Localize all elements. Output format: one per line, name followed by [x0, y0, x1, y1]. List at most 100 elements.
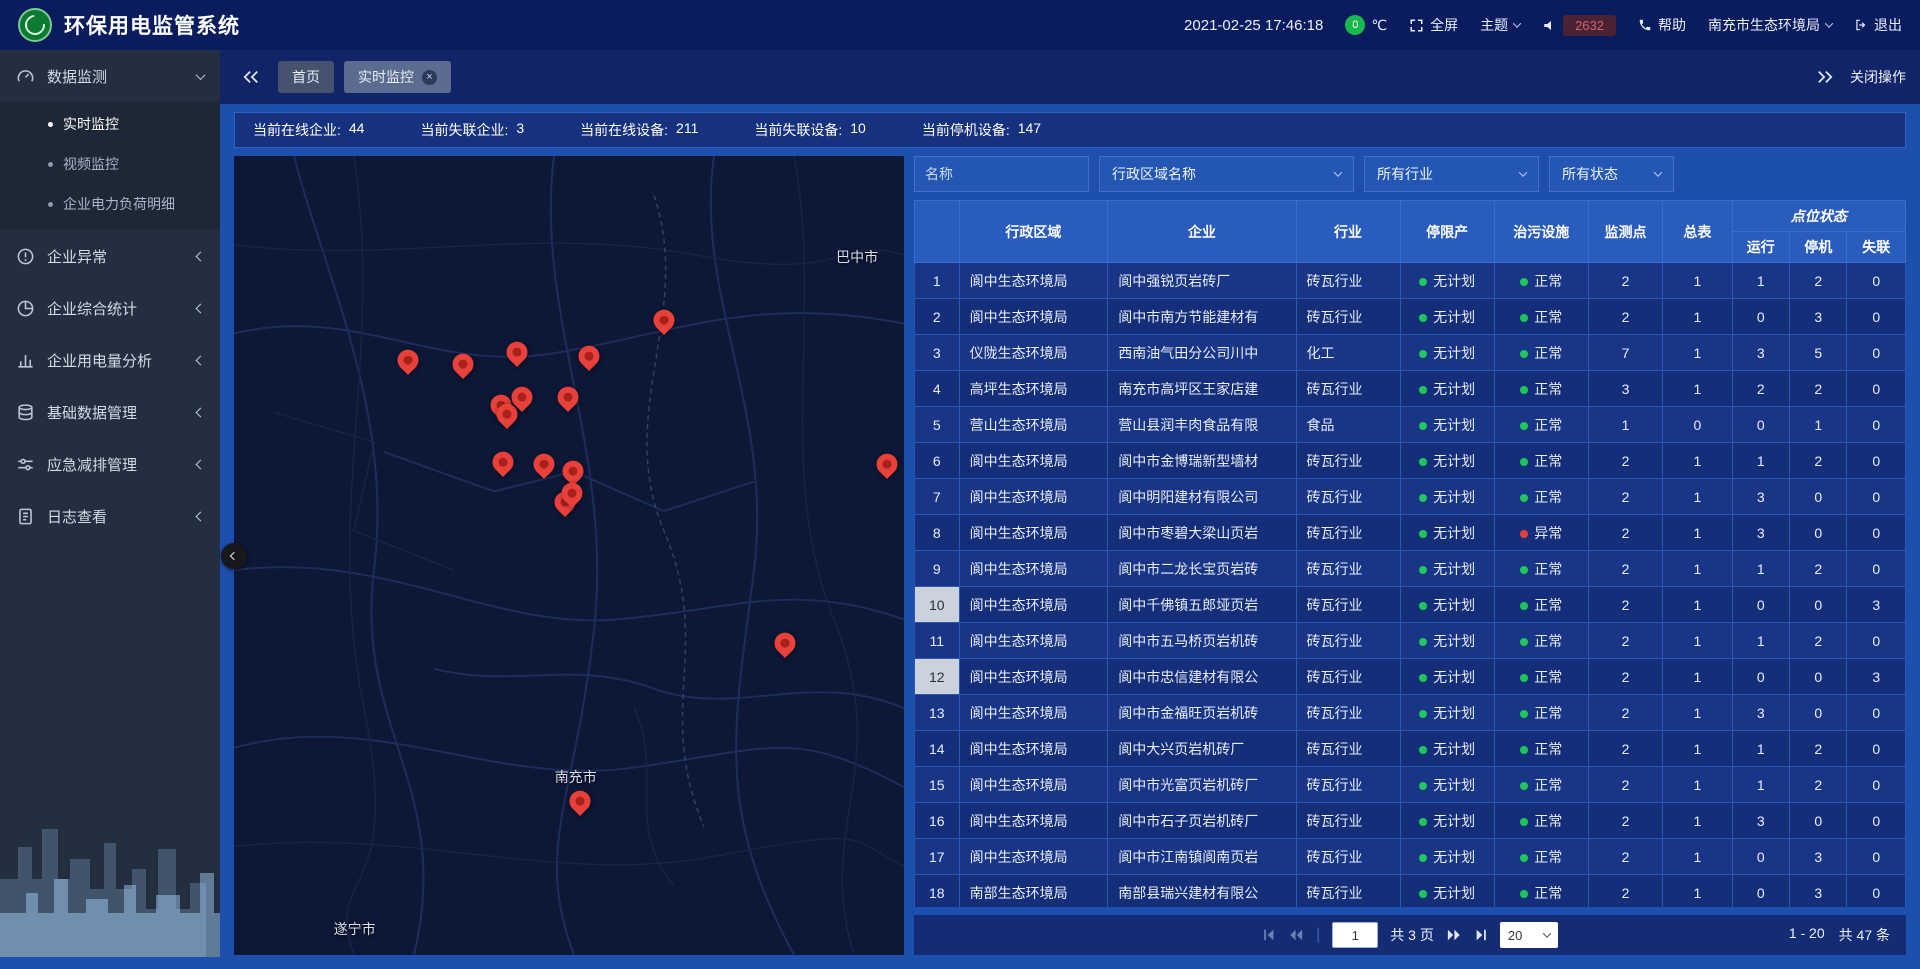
row-points: 2	[1588, 695, 1662, 731]
row-control-status: 无计划	[1400, 515, 1494, 551]
organization-dropdown[interactable]: 南充市生态环境局	[1708, 15, 1832, 35]
industry-filter-select[interactable]: 所有行业	[1364, 156, 1539, 192]
row-index: 5	[915, 407, 960, 443]
prev-page-button[interactable]	[1288, 928, 1304, 942]
table-row[interactable]: 2 阆中生态环境局 阆中市南方节能建材有 砖瓦行业 无计划 正常 2 1 0	[915, 299, 1906, 335]
row-meters: 1	[1663, 839, 1732, 875]
sidebar-item-realtime-monitor[interactable]: 实时监控	[0, 104, 220, 144]
table-row[interactable]: 15 阆中生态环境局 阆中市光富页岩机砖厂 砖瓦行业 无计划 正常 2 1 1	[915, 767, 1906, 803]
row-running: 3	[1732, 479, 1789, 515]
table-row[interactable]: 11 阆中生态环境局 阆中市五马桥页岩机砖 砖瓦行业 无计划 正常 2 1 1	[915, 623, 1906, 659]
page-size-select[interactable]: 20	[1500, 922, 1558, 948]
row-running: 0	[1732, 299, 1789, 335]
table-row[interactable]: 9 阆中生态环境局 阆中市二龙长宝页岩砖 砖瓦行业 无计划 正常 2 1 1	[915, 551, 1906, 587]
row-running: 2	[1732, 371, 1789, 407]
row-control-status: 无计划	[1400, 587, 1494, 623]
row-offline: 0	[1847, 803, 1906, 839]
row-control-status: 无计划	[1400, 659, 1494, 695]
fullscreen-button[interactable]: 全屏	[1409, 15, 1458, 35]
row-region: 仪陇生态环境局	[959, 335, 1108, 371]
sidebar-group-log-view[interactable]: 日志查看	[0, 490, 220, 542]
tab-home[interactable]: 首页	[278, 61, 334, 93]
region-filter-select[interactable]: 行政区域名称	[1099, 156, 1354, 192]
row-running: 1	[1732, 731, 1789, 767]
theme-dropdown[interactable]: 主题	[1480, 15, 1520, 35]
table-row[interactable]: 10 阆中生态环境局 阆中千佛镇五郎垭页岩 砖瓦行业 无计划 正常 2 1 0	[915, 587, 1906, 623]
row-stopped: 2	[1789, 263, 1846, 299]
map-collapse-button[interactable]	[221, 543, 247, 569]
col-control: 停限产	[1400, 201, 1494, 263]
help-button[interactable]: 帮助	[1638, 15, 1686, 35]
table-row[interactable]: 4 高坪生态环境局 南充市高坪区王家店建 砖瓦行业 无计划 正常 3 1 2	[915, 371, 1906, 407]
tabs-scroll-left-button[interactable]	[234, 61, 268, 93]
row-meters: 1	[1663, 479, 1732, 515]
table-row[interactable]: 8 阆中生态环境局 阆中市枣碧大梁山页岩 砖瓦行业 无计划 异常 2 1 3	[915, 515, 1906, 551]
row-points: 2	[1588, 875, 1662, 908]
row-control-status: 无计划	[1400, 443, 1494, 479]
status-filter-select[interactable]: 所有状态	[1549, 156, 1674, 192]
record-range: 1 - 20	[1789, 925, 1825, 945]
row-facility-status: 正常	[1494, 371, 1588, 407]
row-stopped: 0	[1789, 659, 1846, 695]
row-company: 阆中千佛镇五郎垭页岩	[1108, 587, 1296, 623]
chevron-left-icon	[196, 251, 206, 261]
row-company: 阆中明阳建材有限公司	[1108, 479, 1296, 515]
row-running: 0	[1732, 587, 1789, 623]
sidebar-group-data-monitor[interactable]: 数据监测	[0, 50, 220, 102]
row-facility-status: 正常	[1494, 839, 1588, 875]
row-meters: 1	[1663, 731, 1732, 767]
table-row[interactable]: 16 阆中生态环境局 阆中市石子页岩机砖厂 砖瓦行业 无计划 正常 2 1 3	[915, 803, 1906, 839]
notice-group[interactable]: 2632	[1542, 15, 1616, 36]
row-control-status: 无计划	[1400, 875, 1494, 908]
row-company: 阆中市南方节能建材有	[1108, 299, 1296, 335]
sidebar-group-power-analysis[interactable]: 企业用电量分析	[0, 334, 220, 386]
close-operations-button[interactable]: 关闭操作	[1850, 67, 1906, 87]
row-industry: 化工	[1296, 335, 1400, 371]
row-offline: 0	[1847, 371, 1906, 407]
name-filter-input[interactable]	[914, 156, 1089, 192]
sidebar-group-company-statistics[interactable]: 企业综合统计	[0, 282, 220, 334]
table-row[interactable]: 18 南部生态环境局 南部县瑞兴建材有限公 砖瓦行业 无计划 正常 2 1 0	[915, 875, 1906, 908]
row-running: 1	[1732, 443, 1789, 479]
app-root: 环保用电监管系统 2021-02-25 17:46:18 0 ℃ 全屏 主题	[0, 0, 1920, 969]
col-offline: 失联	[1847, 232, 1906, 263]
sidebar-item-video-monitor[interactable]: 视频监控	[0, 144, 220, 184]
table-row[interactable]: 17 阆中生态环境局 阆中市江南镇阆南页岩 砖瓦行业 无计划 正常 2 1 0	[915, 839, 1906, 875]
logout-button[interactable]: 退出	[1854, 15, 1902, 35]
last-page-button[interactable]	[1474, 928, 1488, 942]
record-total: 共 47 条	[1839, 925, 1890, 945]
table-row[interactable]: 5 营山生态环境局 营山县润丰肉食品有限 食品 无计划 正常 1 0 0	[915, 407, 1906, 443]
row-running: 1	[1732, 551, 1789, 587]
table-row[interactable]: 3 仪陇生态环境局 西南油气田分公司川中 化工 无计划 正常 7 1 3	[915, 335, 1906, 371]
app-logo-icon	[18, 8, 52, 42]
row-points: 3	[1588, 371, 1662, 407]
sidebar-group-base-data[interactable]: 基础数据管理	[0, 386, 220, 438]
row-offline: 3	[1847, 659, 1906, 695]
tab-close-icon[interactable]: ×	[422, 70, 437, 85]
row-region: 阆中生态环境局	[959, 587, 1108, 623]
col-index	[915, 201, 960, 263]
first-page-button[interactable]	[1262, 928, 1276, 942]
row-stopped: 3	[1789, 299, 1846, 335]
table-row[interactable]: 13 阆中生态环境局 阆中市金福旺页岩机砖 砖瓦行业 无计划 正常 2 1 3	[915, 695, 1906, 731]
tab-realtime-monitor[interactable]: 实时监控 ×	[344, 61, 451, 93]
tabs-scroll-right-button[interactable]	[1808, 61, 1842, 93]
next-page-button[interactable]	[1446, 928, 1462, 942]
table-row[interactable]: 1 阆中生态环境局 阆中强锐页岩砖厂 砖瓦行业 无计划 正常 2 1 1	[915, 263, 1906, 299]
table-row[interactable]: 12 阆中生态环境局 阆中市忠信建材有限公 砖瓦行业 无计划 正常 2 1 0	[915, 659, 1906, 695]
database-icon	[16, 403, 35, 422]
sidebar-group-emergency-reduction[interactable]: 应急减排管理	[0, 438, 220, 490]
page-input[interactable]	[1332, 922, 1378, 948]
map-canvas[interactable]: 巴中市 南充市 遂宁市	[234, 156, 904, 955]
table-row[interactable]: 14 阆中生态环境局 阆中大兴页岩机砖厂 砖瓦行业 无计划 正常 2 1 1	[915, 731, 1906, 767]
col-industry: 行业	[1296, 201, 1400, 263]
table-row[interactable]: 7 阆中生态环境局 阆中明阳建材有限公司 砖瓦行业 无计划 正常 2 1 3	[915, 479, 1906, 515]
sidebar-group-company-abnormal[interactable]: 企业异常	[0, 230, 220, 282]
sidebar-item-power-load-detail[interactable]: 企业电力负荷明细	[0, 184, 220, 224]
row-stopped: 0	[1789, 695, 1846, 731]
table-row[interactable]: 6 阆中生态环境局 阆中市金博瑞新型墙材 砖瓦行业 无计划 正常 2 1 1	[915, 443, 1906, 479]
row-control-status: 无计划	[1400, 335, 1494, 371]
row-points: 2	[1588, 551, 1662, 587]
row-facility-status: 正常	[1494, 695, 1588, 731]
row-points: 2	[1588, 263, 1662, 299]
